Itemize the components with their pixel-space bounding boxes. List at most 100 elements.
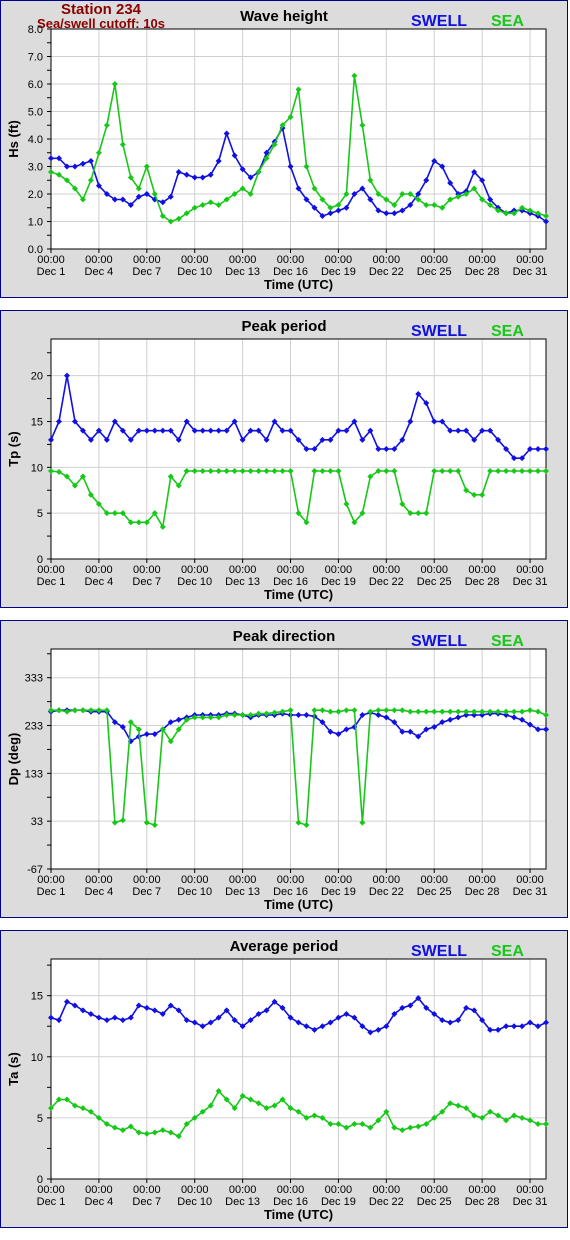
x-tick-time: 00:00	[37, 254, 65, 266]
x-tick-time: 00:00	[85, 874, 113, 886]
x-tick-time: 00:00	[516, 564, 544, 576]
x-tick-time: 00:00	[373, 1184, 401, 1196]
y-tick-label: 15	[31, 991, 43, 1003]
x-tick-time: 00:00	[229, 564, 257, 576]
y-tick-label: 15	[31, 417, 43, 429]
x-axis-label: Time (UTC)	[264, 277, 333, 292]
x-tick-date: Dec 25	[417, 886, 452, 898]
legend-sea: SEA	[491, 633, 524, 650]
y-tick-label: 6.0	[28, 79, 43, 91]
peak-period-chart: 0510152000:00Dec 100:00Dec 400:00Dec 700…	[6, 318, 549, 602]
legend-sea: SEA	[491, 943, 524, 960]
chart-title: Peak period	[241, 318, 326, 335]
x-tick-date: Dec 7	[132, 576, 161, 588]
x-tick-time: 00:00	[181, 564, 209, 576]
chart-title: Wave height	[240, 8, 328, 25]
x-tick-date: Dec 25	[417, 266, 452, 278]
y-axis-label: Hs (ft)	[6, 120, 21, 158]
x-tick-time: 00:00	[516, 254, 544, 266]
x-tick-date: Dec 1	[37, 266, 66, 278]
y-tick-label: 4.0	[28, 134, 43, 146]
y-tick-label: 33	[31, 816, 43, 828]
legend-sea: SEA	[491, 13, 524, 30]
x-tick-time: 00:00	[37, 1184, 65, 1196]
x-tick-time: 00:00	[420, 564, 448, 576]
x-tick-date: Dec 28	[465, 266, 500, 278]
x-tick-date: Dec 31	[513, 886, 548, 898]
x-tick-date: Dec 22	[369, 886, 404, 898]
x-tick-time: 00:00	[229, 1184, 257, 1196]
x-tick-time: 00:00	[133, 564, 161, 576]
x-tick-date: Dec 28	[465, 886, 500, 898]
y-axis-label: Dp (deg)	[6, 733, 21, 786]
y-tick-label: 20	[31, 371, 43, 383]
plot-area	[51, 959, 546, 1179]
x-tick-time: 00:00	[325, 1184, 353, 1196]
x-tick-date: Dec 22	[369, 1196, 404, 1208]
x-tick-date: Dec 7	[132, 1196, 161, 1208]
average-period-chart: 05101500:00Dec 100:00Dec 400:00Dec 700:0…	[6, 938, 549, 1222]
legend-swell: SWELL	[411, 323, 467, 340]
x-tick-date: Dec 1	[37, 886, 66, 898]
x-tick-time: 00:00	[133, 874, 161, 886]
chart-title: Peak direction	[233, 628, 336, 645]
legend-sea: SEA	[491, 323, 524, 340]
x-tick-date: Dec 4	[85, 576, 114, 588]
x-tick-date: Dec 28	[465, 576, 500, 588]
x-tick-time: 00:00	[181, 1184, 209, 1196]
x-tick-time: 00:00	[181, 874, 209, 886]
x-tick-time: 00:00	[516, 1184, 544, 1196]
x-tick-date: Dec 13	[225, 576, 260, 588]
x-tick-time: 00:00	[468, 254, 496, 266]
x-tick-time: 00:00	[468, 1184, 496, 1196]
x-tick-date: Dec 10	[177, 266, 212, 278]
x-tick-time: 00:00	[468, 564, 496, 576]
x-tick-date: Dec 4	[85, 886, 114, 898]
x-tick-date: Dec 7	[132, 886, 161, 898]
chart-title: Average period	[230, 938, 339, 955]
x-tick-time: 00:00	[420, 874, 448, 886]
wave-height-panel: Station 234 Sea/swell cutoff: 10s 0.0 1.0…	[0, 0, 568, 298]
x-tick-date: Dec 22	[369, 576, 404, 588]
x-tick-date: Dec 25	[417, 576, 452, 588]
peak-direction-chart: -673313323333300:00Dec 100:00Dec 400:00D…	[6, 628, 549, 912]
plot-area	[51, 339, 546, 559]
x-tick-time: 00:00	[181, 254, 209, 266]
x-tick-time: 00:00	[325, 874, 353, 886]
y-tick-label: 2.0	[28, 189, 43, 201]
x-tick-date: Dec 10	[177, 886, 212, 898]
x-tick-time: 00:00	[229, 254, 257, 266]
x-tick-time: 00:00	[516, 874, 544, 886]
y-axis-label: Ta (s)	[6, 1052, 21, 1086]
x-tick-date: Dec 13	[225, 1196, 260, 1208]
y-tick-label: 5	[37, 508, 43, 520]
x-tick-time: 00:00	[85, 254, 113, 266]
y-tick-label: 3.0	[28, 162, 43, 174]
x-tick-time: 00:00	[133, 254, 161, 266]
x-tick-time: 00:00	[373, 254, 401, 266]
x-tick-time: 00:00	[85, 1184, 113, 1196]
x-tick-time: 00:00	[277, 254, 305, 266]
x-axis-label: Time (UTC)	[264, 587, 333, 602]
x-tick-date: Dec 31	[513, 1196, 548, 1208]
x-tick-time: 00:00	[85, 564, 113, 576]
x-tick-date: Dec 31	[513, 576, 548, 588]
x-tick-time: 00:00	[373, 874, 401, 886]
x-tick-date: Dec 28	[465, 1196, 500, 1208]
y-tick-label: 233	[25, 721, 43, 733]
y-tick-label: 5.0	[28, 107, 43, 119]
x-tick-time: 00:00	[37, 874, 65, 886]
x-tick-date: Dec 1	[37, 1196, 66, 1208]
x-tick-time: 00:00	[37, 564, 65, 576]
x-tick-date: Dec 25	[417, 1196, 452, 1208]
y-tick-label: 333	[25, 673, 43, 685]
x-tick-date: Dec 13	[225, 886, 260, 898]
x-tick-date: Dec 10	[177, 576, 212, 588]
x-tick-time: 00:00	[325, 564, 353, 576]
x-tick-time: 00:00	[229, 874, 257, 886]
legend-swell: SWELL	[411, 633, 467, 650]
x-tick-time: 00:00	[420, 1184, 448, 1196]
x-tick-date: Dec 10	[177, 1196, 212, 1208]
legend-swell: SWELL	[411, 13, 467, 30]
x-tick-date: Dec 31	[513, 266, 548, 278]
